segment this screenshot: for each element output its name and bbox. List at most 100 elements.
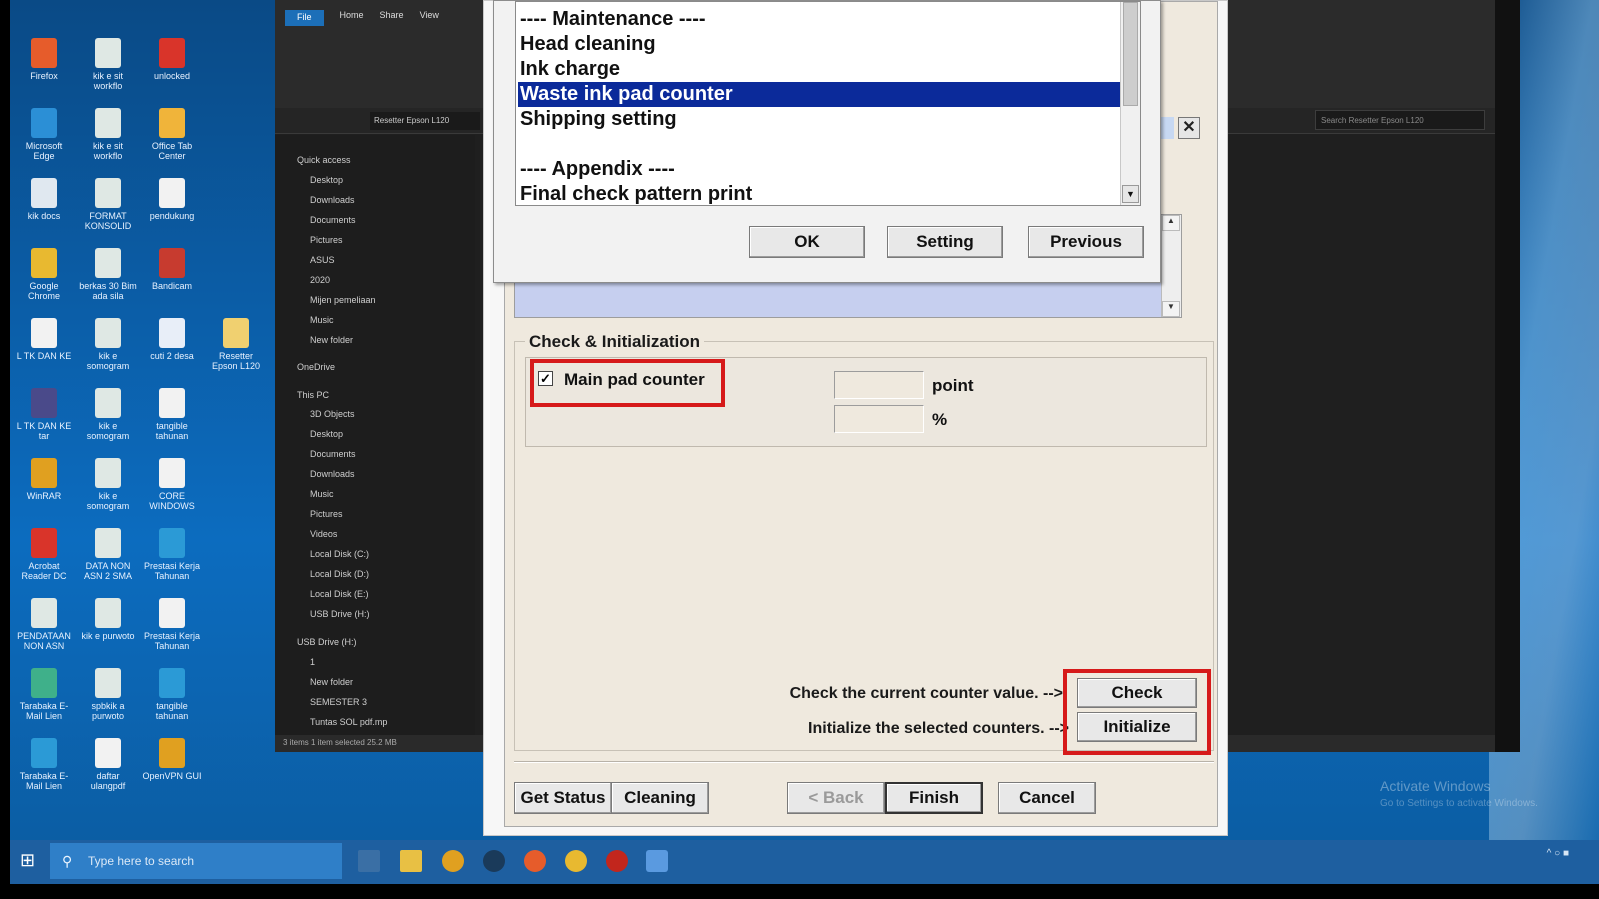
explorer-tab-file[interactable]: File xyxy=(285,10,324,26)
nav-item[interactable]: Documents xyxy=(310,449,356,459)
desktop-icon[interactable]: berkas 30 Bim ada sila xyxy=(78,240,138,302)
edge-icon[interactable] xyxy=(483,850,505,872)
nav-item[interactable]: Pictures xyxy=(310,509,343,519)
scroll-down-arrow-icon[interactable]: ▼ xyxy=(1162,301,1180,317)
desktop-icon[interactable]: L TK DAN KE tar xyxy=(14,380,74,442)
nav-item[interactable]: New folder xyxy=(310,335,353,345)
desktop-icon[interactable]: cuti 2 desa xyxy=(142,310,202,372)
desktop-icon[interactable]: tangible tahunan xyxy=(142,380,202,442)
nav-item[interactable]: Pictures xyxy=(310,235,343,245)
nav-item[interactable]: Desktop xyxy=(310,429,343,439)
desktop-icon[interactable]: Firefox xyxy=(14,30,74,92)
scroll-up-arrow-icon[interactable]: ▲ xyxy=(1162,215,1180,231)
nav-item[interactable]: USB Drive (H:) xyxy=(297,637,357,647)
nav-item[interactable]: 3D Objects xyxy=(310,409,355,419)
desktop-icon[interactable]: PENDATAAN NON ASN xyxy=(14,590,74,652)
task-view-icon[interactable] xyxy=(358,850,380,872)
desktop-icon[interactable]: OpenVPN GUI xyxy=(142,730,202,792)
resetter-app-icon[interactable] xyxy=(646,850,668,872)
scroll-thumb[interactable] xyxy=(1123,2,1138,106)
taskbar-search-input[interactable]: ⚲ Type here to search xyxy=(50,843,342,879)
desktop-icon[interactable]: kik e somogram xyxy=(78,450,138,512)
desktop-icon[interactable]: Tarabaka E-Mail Lien xyxy=(14,660,74,722)
desktop-icon[interactable]: DATA NON ASN 2 SMA xyxy=(78,520,138,582)
desktop-icon[interactable]: pendukung xyxy=(142,170,202,232)
check-button[interactable]: Check xyxy=(1077,678,1197,708)
nav-item[interactable]: Downloads xyxy=(310,469,355,479)
nav-item[interactable]: Downloads xyxy=(310,195,355,205)
nav-item[interactable]: Documents xyxy=(310,215,356,225)
nav-item[interactable]: Videos xyxy=(310,529,337,539)
nav-item[interactable]: Local Disk (C:) xyxy=(310,549,369,559)
nav-item[interactable]: SEMESTER 3 xyxy=(310,697,367,707)
log-scrollbar[interactable]: ▲ ▼ xyxy=(1161,215,1181,317)
list-item[interactable] xyxy=(518,132,1122,157)
ok-button[interactable]: OK xyxy=(749,226,865,258)
bandicam-icon[interactable] xyxy=(606,850,628,872)
cleaning-button[interactable]: Cleaning xyxy=(611,782,709,814)
nav-item[interactable]: This PC xyxy=(297,390,329,400)
desktop-icon[interactable]: WinRAR xyxy=(14,450,74,512)
desktop-icon[interactable]: unlocked xyxy=(142,30,202,92)
system-tray[interactable]: ^ ○ ■ xyxy=(1547,848,1569,859)
desktop-icon[interactable]: Resetter Epson L120 xyxy=(206,310,266,372)
list-item[interactable]: Final check pattern print xyxy=(518,182,1122,205)
nav-item[interactable]: Tuntas SOL pdf.mp xyxy=(310,717,387,727)
scroll-down-arrow-icon[interactable]: ▼ xyxy=(1122,185,1139,203)
desktop-icon[interactable]: Office Tab Center xyxy=(142,100,202,162)
address-field[interactable]: Resetter Epson L120 xyxy=(370,112,480,130)
nav-item[interactable]: New folder xyxy=(310,677,353,687)
nav-item[interactable]: Quick access xyxy=(297,155,351,165)
desktop-icon[interactable]: kik e sit workflo xyxy=(78,30,138,92)
chrome-icon[interactable] xyxy=(565,850,587,872)
winrar-icon[interactable] xyxy=(442,850,464,872)
list-item[interactable]: ---- Appendix ---- xyxy=(518,157,1122,182)
desktop-icon[interactable]: Google Chrome xyxy=(14,240,74,302)
list-item[interactable]: Ink charge xyxy=(518,57,1122,82)
windows-start-icon[interactable]: ⊞ xyxy=(20,850,40,872)
list-item[interactable]: Shipping setting xyxy=(518,107,1122,132)
desktop-icon[interactable]: CORE WINDOWS xyxy=(142,450,202,512)
desktop-icon[interactable]: Tarabaka E-Mail Lien xyxy=(14,730,74,792)
initialize-button[interactable]: Initialize xyxy=(1077,712,1197,742)
nav-item[interactable]: 1 xyxy=(310,657,315,667)
desktop-icon[interactable]: Prestasi Kerja Tahunan xyxy=(142,590,202,652)
desktop-icon[interactable]: Bandicam xyxy=(142,240,202,302)
explorer-search-input[interactable]: Search Resetter Epson L120 xyxy=(1315,110,1485,130)
desktop-icon[interactable]: Microsoft Edge xyxy=(14,100,74,162)
finish-button[interactable]: Finish xyxy=(885,782,983,814)
previous-button[interactable]: Previous xyxy=(1028,226,1144,258)
firefox-icon[interactable] xyxy=(524,850,546,872)
nav-item[interactable]: Music xyxy=(310,489,334,499)
back-button[interactable]: < Back xyxy=(787,782,885,814)
close-button[interactable]: ✕ xyxy=(1178,117,1200,139)
desktop-icon[interactable]: kik e somogram xyxy=(78,310,138,372)
list-item[interactable]: ---- Maintenance ---- xyxy=(518,7,1122,32)
get-status-button[interactable]: Get Status xyxy=(514,782,612,814)
desktop-icon[interactable]: kik e sit workflo xyxy=(78,100,138,162)
nav-item[interactable]: Local Disk (E:) xyxy=(310,589,369,599)
list-item[interactable]: Waste ink pad counter xyxy=(518,82,1122,107)
listbox-scrollbar[interactable]: ▼ xyxy=(1120,2,1140,205)
desktop-icon[interactable]: kik docs xyxy=(14,170,74,232)
desktop-icon[interactable]: Acrobat Reader DC xyxy=(14,520,74,582)
cancel-button[interactable]: Cancel xyxy=(998,782,1096,814)
desktop-icon[interactable]: tangible tahunan xyxy=(142,660,202,722)
nav-item[interactable]: ASUS xyxy=(310,255,335,265)
setting-button[interactable]: Setting xyxy=(887,226,1003,258)
desktop-icon[interactable]: kik e somogram xyxy=(78,380,138,442)
nav-item[interactable]: Desktop xyxy=(310,175,343,185)
desktop-icon[interactable]: kik e purwoto xyxy=(78,590,138,652)
nav-item[interactable]: OneDrive xyxy=(297,362,335,372)
desktop-icon[interactable]: FORMAT KONSOLID xyxy=(78,170,138,232)
nav-item[interactable]: Music xyxy=(310,315,334,325)
desktop-icon[interactable]: spbkik a purwoto xyxy=(78,660,138,722)
desktop-icon[interactable]: Prestasi Kerja Tahunan xyxy=(142,520,202,582)
nav-item[interactable]: Local Disk (D:) xyxy=(310,569,369,579)
maintenance-listbox[interactable]: Final check pattern print ---- Appendix -… xyxy=(515,1,1141,206)
explorer-tab-share[interactable]: Share xyxy=(380,10,404,26)
explorer-tab-view[interactable]: View xyxy=(420,10,439,26)
file-explorer-icon[interactable] xyxy=(400,850,422,872)
explorer-tab-home[interactable]: Home xyxy=(340,10,364,26)
nav-item[interactable]: 2020 xyxy=(310,275,330,285)
